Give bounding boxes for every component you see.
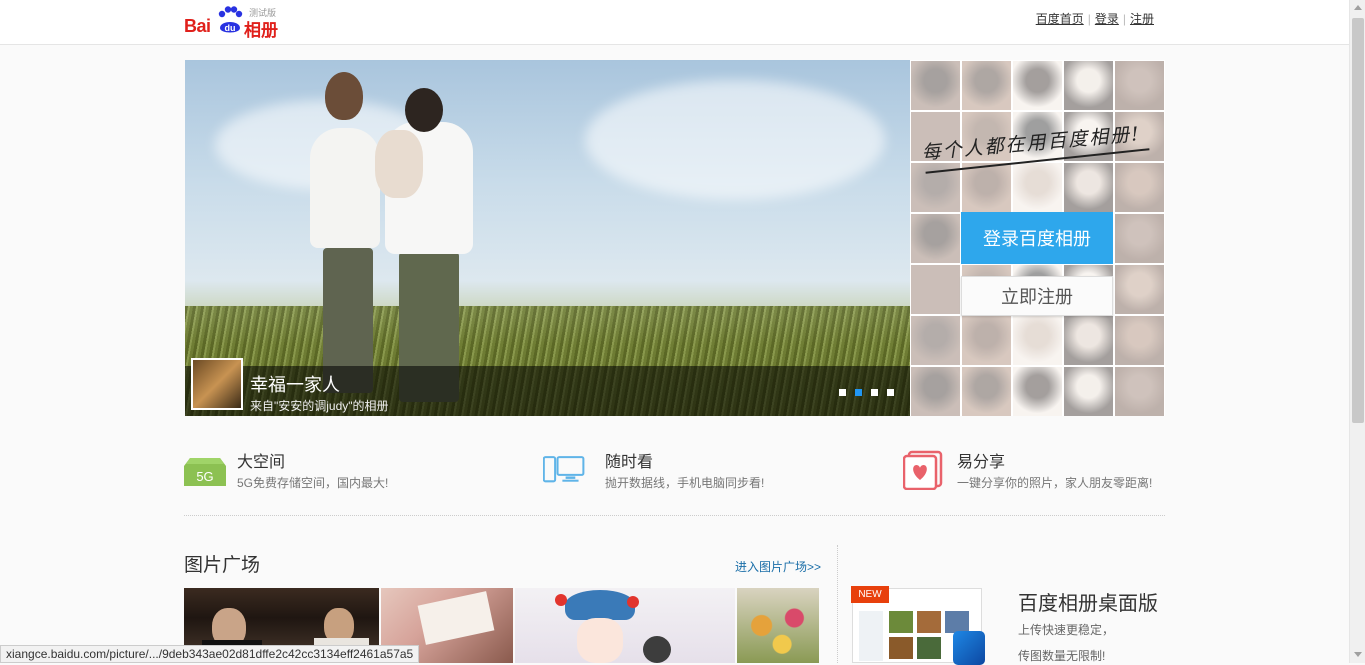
- nav-separator: |: [1087, 12, 1091, 26]
- slide-source[interactable]: 来自"安安的调judy"的相册: [250, 397, 389, 414]
- photo-figure: [565, 590, 635, 620]
- feature-share: 易分享 一键分享你的照片，家人朋友零距离!: [903, 448, 1165, 498]
- app-sidebar-preview: [859, 611, 883, 661]
- desktop-app-desc-1: 上传快速更稳定，: [1018, 623, 1115, 637]
- desktop-app-desc-2: 传图数量无限制!: [1018, 649, 1106, 663]
- app-thumb-preview: [889, 611, 913, 633]
- nav-baidu-home-link[interactable]: 百度首页: [1036, 12, 1084, 26]
- picture-square-title: 图片广场: [184, 555, 261, 576]
- album-owner-avatar[interactable]: [191, 358, 243, 410]
- figure-part: [405, 88, 443, 132]
- top-header: Bai du 测试版 相册 百度首页 | 登录 | 注册: [0, 0, 1349, 45]
- feature-anywhere: 随时看 抛开数据线，手机电脑同步看!: [543, 448, 803, 498]
- figure-part: [375, 130, 423, 198]
- devices-icon: [543, 456, 585, 483]
- baidu-paw-icon: du: [218, 6, 243, 33]
- section-divider: [184, 515, 1165, 516]
- feature-desc: 一键分享你的照片，家人朋友零距离!: [957, 476, 1153, 490]
- photo-figure: [577, 618, 623, 663]
- nav-register-link[interactable]: 注册: [1130, 12, 1154, 26]
- baidu-album-logo[interactable]: Bai du 测试版 相册: [184, 6, 284, 41]
- app-thumb-preview: [917, 637, 941, 659]
- scroll-down-arrow-icon[interactable]: [1354, 652, 1362, 657]
- top-nav: 百度首页 | 登录 | 注册: [1036, 10, 1154, 27]
- feature-title: 随时看: [605, 454, 654, 471]
- app-thumb-preview: [889, 637, 913, 659]
- column-divider: [837, 545, 838, 663]
- vertical-scrollbar[interactable]: [1349, 0, 1365, 663]
- register-now-button[interactable]: 立即注册: [961, 276, 1113, 316]
- nav-separator: |: [1122, 12, 1126, 26]
- square-photo[interactable]: [515, 588, 735, 663]
- storage-icon-label: 5G: [196, 469, 213, 484]
- slide-dot[interactable]: [871, 389, 878, 396]
- figure-part: [325, 72, 363, 120]
- login-album-button[interactable]: 登录百度相册: [961, 212, 1113, 264]
- slide-caption: 幸福一家人 来自"安安的调judy"的相册: [185, 358, 910, 416]
- slide-dot[interactable]: [839, 389, 846, 396]
- slide-title[interactable]: 幸福一家人: [250, 371, 340, 397]
- feature-desc: 抛开数据线，手机电脑同步看!: [605, 476, 765, 490]
- logo-du-text: du: [225, 23, 236, 33]
- photo-figure: [555, 594, 567, 606]
- scrollbar-thumb[interactable]: [1352, 18, 1364, 423]
- slide-dot-active[interactable]: [855, 389, 862, 396]
- slide-dot[interactable]: [887, 389, 894, 396]
- logo-bai-text: Bai: [184, 16, 211, 36]
- feature-storage: 5G 大空间 5G免费存储空间，国内最大!: [184, 448, 444, 498]
- feature-title: 易分享: [957, 454, 1006, 471]
- browser-status-bar: xiangce.baidu.com/picture/.../9deb343ae0…: [0, 645, 420, 663]
- app-thumb-preview: [917, 611, 941, 633]
- enter-picture-square-link[interactable]: 进入图片广场>>: [735, 558, 821, 575]
- scroll-up-arrow-icon[interactable]: [1354, 5, 1362, 10]
- new-badge: NEW: [851, 586, 889, 603]
- square-photo[interactable]: [737, 588, 819, 663]
- logo-product-text: 相册: [244, 21, 278, 41]
- slide-indicator: [839, 389, 894, 396]
- sky-cloud: [585, 80, 885, 200]
- photo-figure: [643, 636, 671, 663]
- storage-5g-icon: 5G: [184, 458, 226, 486]
- nav-login-link[interactable]: 登录: [1095, 12, 1119, 26]
- share-heart-icon: [903, 450, 943, 490]
- desktop-app-title[interactable]: 百度相册桌面版: [1018, 587, 1158, 616]
- feature-title: 大空间: [237, 454, 286, 471]
- photo-figure: [627, 596, 639, 608]
- figure-part: [310, 128, 380, 248]
- photo-figure: [417, 591, 495, 645]
- photo-app-icon: [953, 631, 985, 665]
- app-thumb-preview: [945, 611, 969, 633]
- feature-desc: 5G免费存储空间，国内最大!: [237, 476, 389, 490]
- banner-slideshow[interactable]: 幸福一家人 来自"安安的调judy"的相册: [185, 60, 910, 416]
